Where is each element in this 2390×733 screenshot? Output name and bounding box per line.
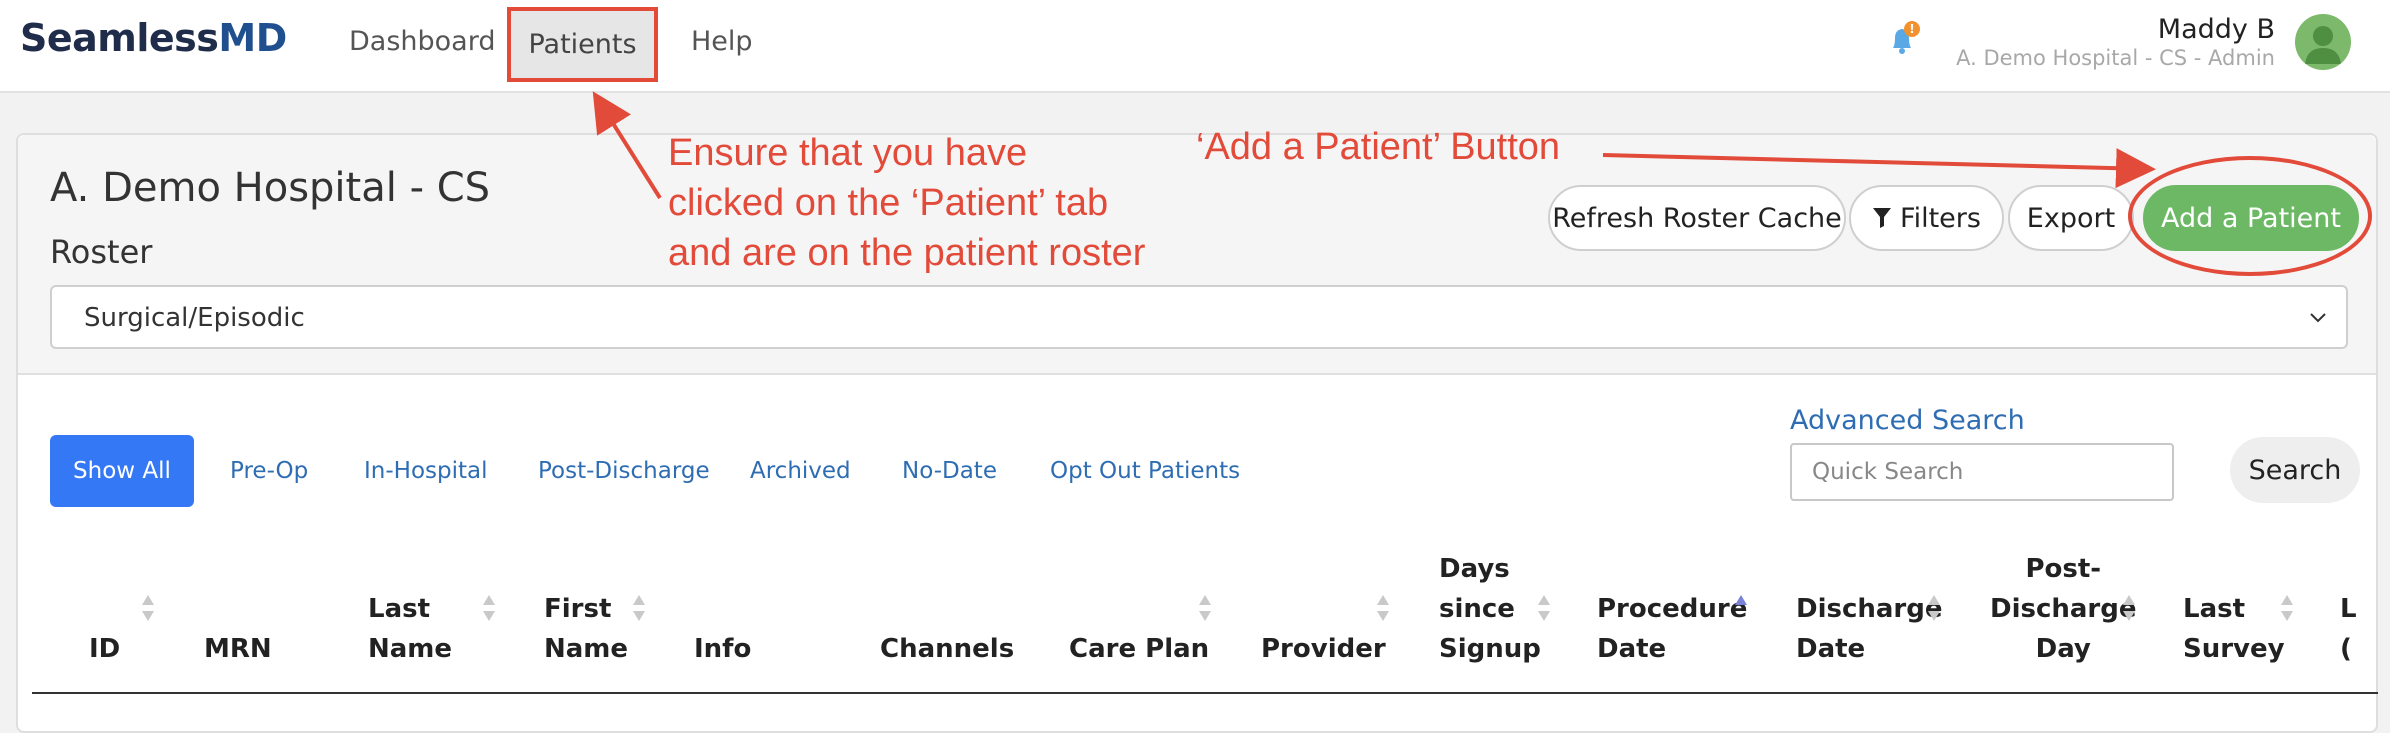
sort-icon[interactable] <box>1537 593 1551 623</box>
sort-icon[interactable] <box>141 593 155 623</box>
roster-select[interactable]: Surgical/Episodic <box>50 285 2348 349</box>
advanced-search-link[interactable]: Advanced Search <box>1790 405 2025 436</box>
annotation-patients-tab-note: Ensure that you have clicked on the ‘Pat… <box>668 132 1146 274</box>
filter-icon <box>1872 206 1892 230</box>
refresh-roster-cache-button[interactable]: Refresh Roster Cache <box>1548 185 1846 251</box>
nav-patients[interactable]: Patients <box>507 7 658 82</box>
sort-ascending-icon[interactable] <box>1734 593 1748 623</box>
tab-post-discharge[interactable]: Post-Discharge <box>538 435 710 507</box>
hospital-title: A. Demo Hospital - CS <box>50 165 491 211</box>
column-header-last-name[interactable]: Last Name <box>368 589 452 669</box>
bell-icon[interactable]: ! <box>1883 20 1923 60</box>
sort-icon[interactable] <box>1376 593 1390 623</box>
export-button[interactable]: Export <box>2008 185 2134 251</box>
column-header-info: Info <box>694 634 752 664</box>
user-name[interactable]: Maddy B <box>2158 14 2275 45</box>
nav-dashboard[interactable]: Dashboard <box>349 26 495 57</box>
column-header-care-plan[interactable]: Care Plan <box>1069 629 1209 669</box>
logo-text-seamless: Seamless <box>20 16 219 60</box>
filters-button[interactable]: Filters <box>1849 185 2004 251</box>
annotation-add-button-note: ‘Add a Patient’ Button <box>1196 126 1561 168</box>
sort-icon[interactable] <box>1198 593 1212 623</box>
column-header-id[interactable]: ID <box>89 629 120 669</box>
quick-search-input[interactable]: Quick Search <box>1790 443 2174 501</box>
tab-show-all[interactable]: Show All <box>50 435 194 507</box>
roster-select-value: Surgical/Episodic <box>84 303 305 333</box>
search-button[interactable]: Search <box>2230 437 2360 503</box>
sort-icon[interactable] <box>482 593 496 623</box>
column-header-provider[interactable]: Provider <box>1261 629 1386 669</box>
column-header-channels: Channels <box>880 634 1015 664</box>
filters-button-label: Filters <box>1900 202 1981 234</box>
tab-archived[interactable]: Archived <box>750 435 851 507</box>
top-navbar: SeamlessMD Dashboard Patients Help ! Mad… <box>0 0 2390 93</box>
tab-pre-op[interactable]: Pre-Op <box>230 435 308 507</box>
column-header-post-discharge-day[interactable]: Post- Discharge Day <box>1990 549 2137 669</box>
column-header-first-name[interactable]: First Name <box>544 589 628 669</box>
user-role: A. Demo Hospital - CS - Admin <box>1956 46 2275 70</box>
column-header-procedure-date[interactable]: Procedure Date <box>1597 589 1747 669</box>
add-patient-highlight-circle <box>2128 156 2372 276</box>
tab-in-hospital[interactable]: In-Hospital <box>364 435 488 507</box>
sort-icon[interactable] <box>632 593 646 623</box>
column-header-days-since-signup[interactable]: Days since Signup <box>1439 549 1541 669</box>
column-header-discharge-date[interactable]: Discharge Date <box>1796 589 1943 669</box>
seamlessmd-logo[interactable]: SeamlessMD <box>20 16 287 60</box>
logo-text-md: MD <box>218 16 287 60</box>
column-header-mrn[interactable]: MRN <box>204 629 272 669</box>
sort-icon[interactable] <box>1927 593 1941 623</box>
avatar[interactable] <box>2295 14 2351 70</box>
sort-icon[interactable] <box>2122 593 2136 623</box>
column-header-truncated[interactable]: L ( <box>2340 589 2357 669</box>
roster-label: Roster <box>50 233 153 271</box>
chevron-down-icon <box>2306 305 2330 329</box>
tab-no-date[interactable]: No-Date <box>902 435 997 507</box>
sort-icon[interactable] <box>2280 593 2294 623</box>
nav-help[interactable]: Help <box>691 26 753 57</box>
column-header-last-survey[interactable]: Last Survey <box>2183 589 2285 669</box>
notification-badge: ! <box>1909 22 1914 36</box>
tab-opt-out-patients[interactable]: Opt Out Patients <box>1050 435 1240 507</box>
